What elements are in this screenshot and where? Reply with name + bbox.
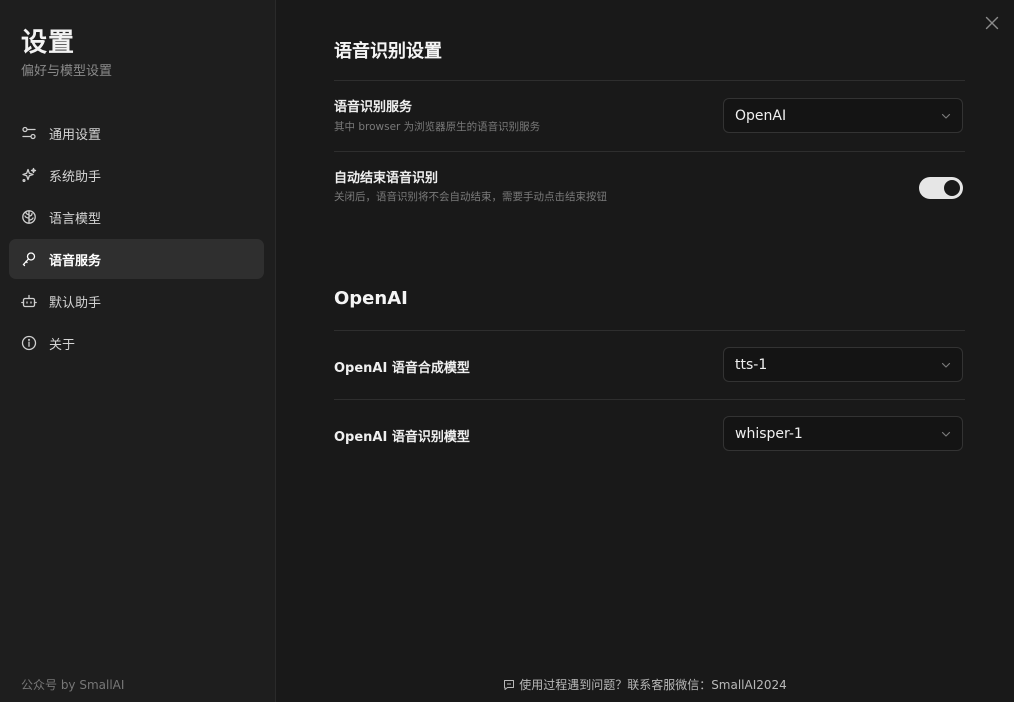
close-icon (985, 16, 999, 30)
support-footer-text: 使用过程遇到问题？联系客服微信：SmallAI2024 (519, 678, 787, 692)
speech-section-title: 语音识别设置 (334, 41, 442, 62)
sidebar-nav: 通用设置 系统助手 语言模型 语音服务 默认助手 关于 (9, 113, 264, 365)
stt-model-select[interactable]: whisper-1 (723, 416, 963, 451)
sidebar-title: 设置 (21, 28, 76, 58)
sidebar-item-default-assistant[interactable]: 默认助手 (9, 281, 264, 321)
tts-model-value: tts-1 (735, 356, 768, 373)
sidebar-item-label: 语音服务 (49, 253, 102, 269)
mic-icon (21, 251, 37, 267)
sidebar-subtitle: 偏好与模型设置 (21, 64, 113, 79)
chevron-down-icon (941, 362, 951, 368)
sidebar-footer: 公众号 by SmallAI (21, 678, 125, 692)
divider (334, 80, 965, 81)
message-icon (503, 679, 515, 691)
sparkles-icon (21, 167, 37, 183)
speech-service-select[interactable]: OpenAI (723, 98, 963, 133)
sidebar-item-label: 系统助手 (49, 169, 102, 185)
divider (334, 399, 965, 400)
sidebar: 设置 偏好与模型设置 通用设置 系统助手 语言模型 语音服务 默认助手 关于 公… (0, 0, 276, 702)
toggle-knob (944, 180, 960, 196)
settings-panel: 语音识别设置 语音识别服务 其中 browser 为浏览器原生的语音识别服务 O… (276, 0, 1014, 702)
info-icon (21, 335, 37, 351)
sidebar-item-general[interactable]: 通用设置 (9, 113, 264, 153)
divider (334, 151, 965, 152)
tts-model-label: OpenAI 语音合成模型 (334, 361, 470, 376)
brain-icon (21, 209, 37, 225)
auto-end-toggle[interactable] (919, 177, 963, 199)
sidebar-item-label: 关于 (49, 337, 76, 353)
stt-model-label: OpenAI 语音识别模型 (334, 430, 470, 445)
openai-section-title: OpenAI (334, 288, 408, 309)
sidebar-item-speech-service[interactable]: 语音服务 (9, 239, 264, 279)
chevron-down-icon (941, 113, 951, 119)
auto-end-description: 关闭后，语音识别将不会自动结束，需要手动点击结束按钮 (334, 191, 607, 203)
chevron-down-icon (941, 431, 951, 437)
sidebar-item-label: 默认助手 (49, 295, 102, 311)
divider (334, 330, 965, 331)
stt-model-value: whisper-1 (735, 425, 803, 442)
settings-window: 设置 偏好与模型设置 通用设置 系统助手 语言模型 语音服务 默认助手 关于 公… (0, 0, 1014, 702)
sidebar-item-label: 通用设置 (49, 127, 102, 143)
tts-model-select[interactable]: tts-1 (723, 347, 963, 382)
sidebar-item-system-assistant[interactable]: 系统助手 (9, 155, 264, 195)
auto-end-label: 自动结束语音识别 (334, 171, 439, 186)
close-button[interactable] (984, 15, 1000, 31)
speech-service-description: 其中 browser 为浏览器原生的语音识别服务 (334, 121, 541, 133)
sidebar-item-language-model[interactable]: 语言模型 (9, 197, 264, 237)
speech-service-label: 语音识别服务 (334, 100, 413, 115)
bot-icon (21, 293, 37, 309)
sidebar-item-label: 语言模型 (49, 211, 102, 227)
support-footer: 使用过程遇到问题？联系客服微信：SmallAI2024 (276, 676, 1014, 693)
sidebar-item-about[interactable]: 关于 (9, 323, 264, 363)
speech-service-value: OpenAI (735, 107, 787, 124)
sliders-icon (21, 125, 37, 141)
